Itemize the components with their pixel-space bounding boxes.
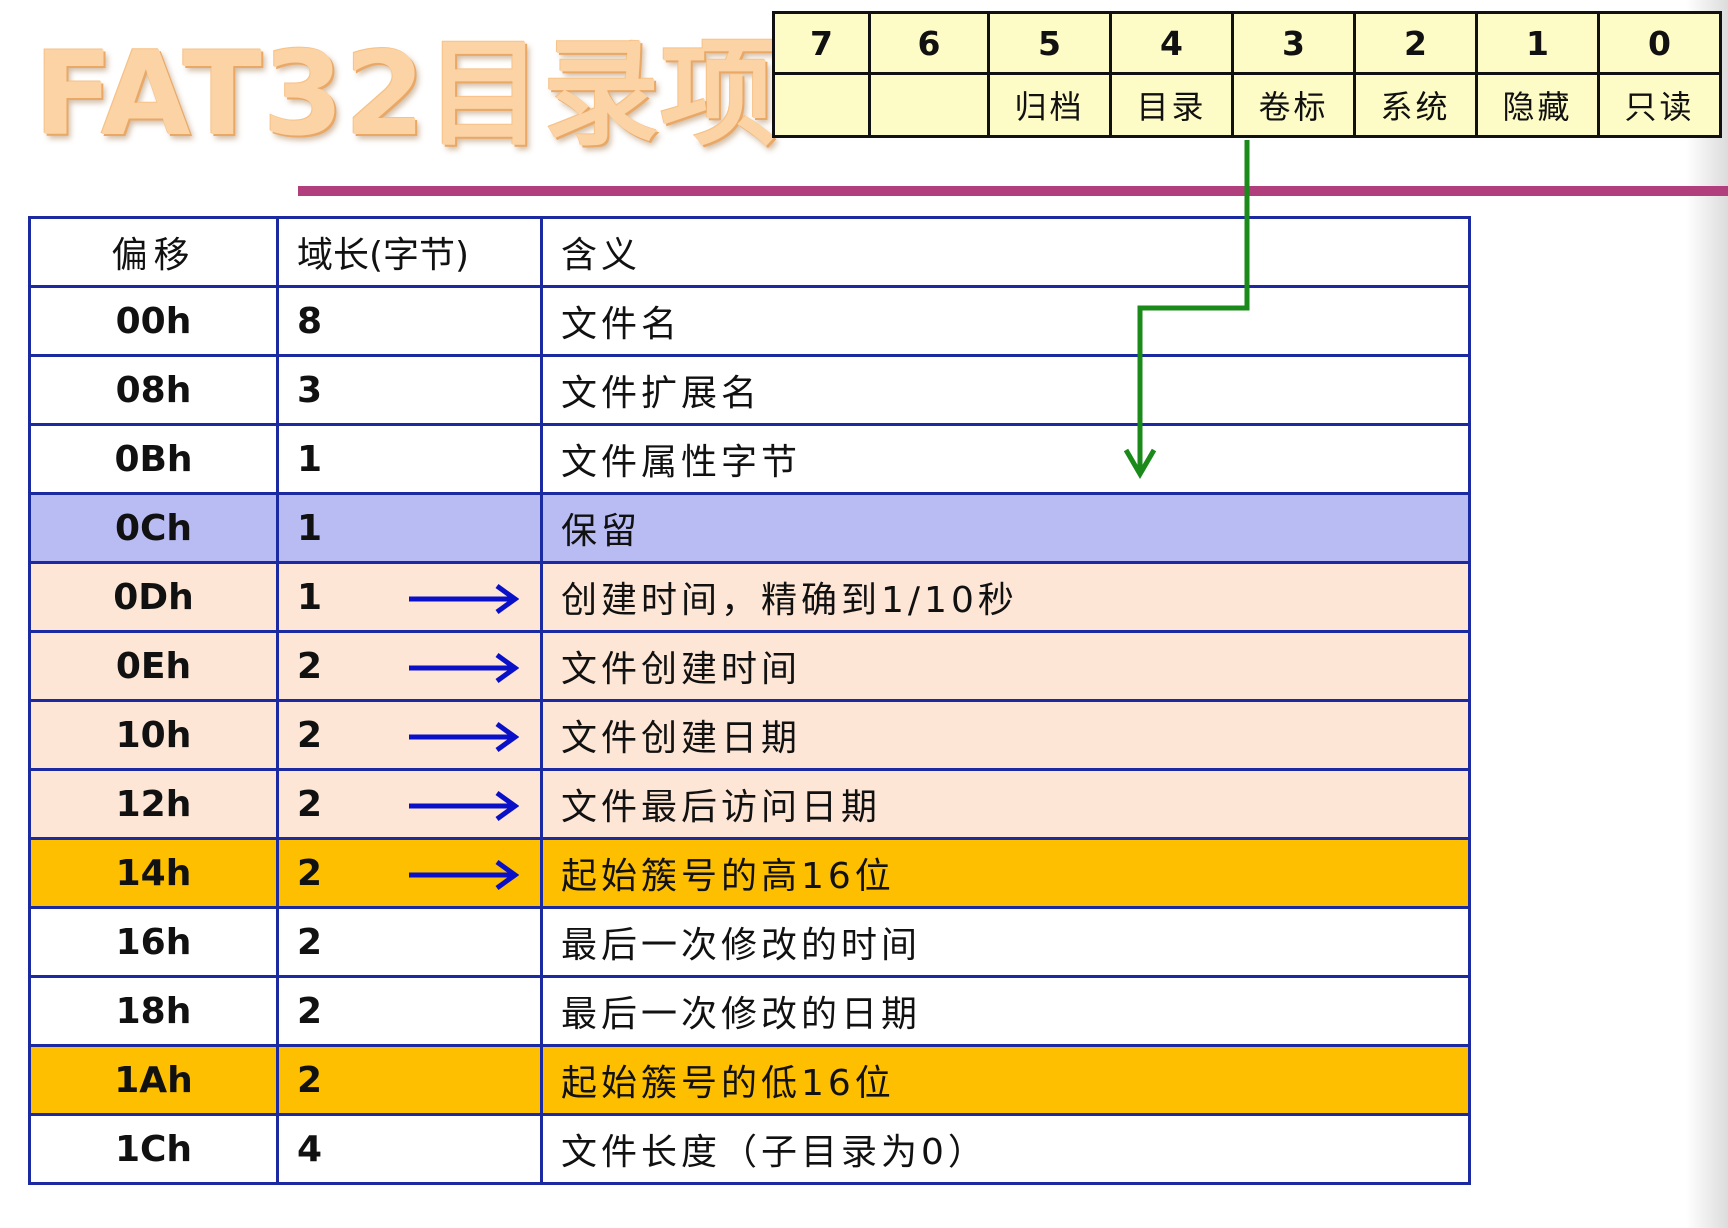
right-arrow-icon [409, 721, 519, 753]
row-length: 2 [276, 630, 543, 702]
row-length-value: 2 [297, 645, 323, 687]
row-meaning: 最后一次修改的日期 [540, 975, 1471, 1047]
table-row: 08h 3 文件扩展名 [28, 354, 1471, 426]
page-title: FAT32目录项 [34, 27, 778, 162]
row-length-value: 1 [297, 576, 323, 618]
table-row: 0Bh 1 文件属性字节 [28, 423, 1471, 495]
row-meaning: 起始簇号的高16位 [540, 837, 1471, 909]
table-row: 1Ah 2 起始簇号的低16位 [28, 1044, 1471, 1116]
row-offset: 0Eh [28, 630, 279, 702]
row-length-value: 2 [297, 714, 323, 756]
right-arrow-icon [409, 583, 519, 615]
attr-bit-3: 3 [1231, 11, 1356, 75]
row-meaning: 文件最后访问日期 [540, 768, 1471, 840]
row-meaning: 文件名 [540, 285, 1471, 357]
header-meaning: 含义 [540, 216, 1471, 288]
table-row: 10h 2 文件创建日期 [28, 699, 1471, 771]
table-header-row: 偏移 域长(字节) 含义 [28, 216, 1471, 288]
row-length-value: 2 [297, 1059, 323, 1101]
header-length: 域长(字节) [276, 216, 543, 288]
row-meaning: 创建时间，精确到1/10秒 [540, 561, 1471, 633]
attr-name-6 [868, 72, 990, 138]
directory-entry-table: 偏移 域长(字节) 含义 00h 8 文件名 08h 3 文件扩展名 0Bh 1 文件属性字节 0… [28, 216, 1471, 1185]
header-offset: 偏移 [28, 216, 279, 288]
table-row: 14h 2 起始簇号的高16位 [28, 837, 1471, 909]
attr-name-archive: 归档 [987, 72, 1112, 138]
row-offset: 12h [28, 768, 279, 840]
row-length: 1 [276, 492, 543, 564]
row-offset: 1Ch [28, 1113, 279, 1185]
attr-bit-1: 1 [1475, 11, 1600, 75]
attr-name-volume-label: 卷标 [1231, 72, 1356, 138]
row-offset: 1Ah [28, 1044, 279, 1116]
row-meaning: 文件创建时间 [540, 630, 1471, 702]
row-length: 3 [276, 354, 543, 426]
right-arrow-icon [409, 859, 519, 891]
row-offset: 10h [28, 699, 279, 771]
attr-bit-7: 7 [772, 11, 871, 75]
row-length-value: 2 [297, 852, 323, 894]
row-offset: 18h [28, 975, 279, 1047]
row-length-value: 3 [297, 369, 323, 411]
attribute-name-row: 归档 目录 卷标 系统 隐藏 只读 [772, 72, 1722, 138]
title-underline [298, 186, 1728, 196]
attr-bit-0: 0 [1597, 11, 1722, 75]
row-length: 1 [276, 561, 543, 633]
row-meaning: 文件长度（子目录为0） [540, 1113, 1471, 1185]
row-meaning: 文件属性字节 [540, 423, 1471, 495]
slide-edge-shadow [1686, 0, 1728, 1228]
row-length-value: 8 [297, 300, 323, 342]
row-offset: 0Ch [28, 492, 279, 564]
table-row: 18h 2 最后一次修改的日期 [28, 975, 1471, 1047]
row-length-value: 2 [297, 990, 323, 1032]
row-length: 2 [276, 906, 543, 978]
attr-bit-2: 2 [1353, 11, 1478, 75]
row-offset: 14h [28, 837, 279, 909]
attr-name-system: 系统 [1353, 72, 1478, 138]
attr-bit-6: 6 [868, 11, 990, 75]
attribute-bit-row: 7 6 5 4 3 2 1 0 [772, 11, 1722, 75]
row-length: 8 [276, 285, 543, 357]
row-meaning: 起始簇号的低16位 [540, 1044, 1471, 1116]
table-row: 1Ch 4 文件长度（子目录为0） [28, 1113, 1471, 1185]
row-length: 2 [276, 768, 543, 840]
row-offset: 08h [28, 354, 279, 426]
row-offset: 00h [28, 285, 279, 357]
attr-name-directory: 目录 [1109, 72, 1234, 138]
row-offset: 0Dh [28, 561, 279, 633]
attr-bit-5: 5 [987, 11, 1112, 75]
row-length-value: 2 [297, 921, 323, 963]
row-length-value: 1 [297, 507, 323, 549]
right-arrow-icon [409, 652, 519, 684]
row-length: 1 [276, 423, 543, 495]
row-meaning: 最后一次修改的时间 [540, 906, 1471, 978]
table-body: 00h 8 文件名 08h 3 文件扩展名 0Bh 1 文件属性字节 0Ch 1 保留 0Dh 1 创建时间… [28, 285, 1471, 1185]
row-meaning: 文件创建日期 [540, 699, 1471, 771]
row-length: 2 [276, 1044, 543, 1116]
table-row: 12h 2 文件最后访问日期 [28, 768, 1471, 840]
attr-name-read-only: 只读 [1597, 72, 1722, 138]
row-offset: 0Bh [28, 423, 279, 495]
row-length: 2 [276, 699, 543, 771]
attr-name-7 [772, 72, 871, 138]
row-length: 2 [276, 837, 543, 909]
row-length-value: 1 [297, 438, 323, 480]
row-length-value: 4 [297, 1128, 323, 1170]
table-row: 0Dh 1 创建时间，精确到1/10秒 [28, 561, 1471, 633]
right-arrow-icon [409, 790, 519, 822]
table-row: 00h 8 文件名 [28, 285, 1471, 357]
row-length: 4 [276, 1113, 543, 1185]
row-length-value: 2 [297, 783, 323, 825]
table-row: 16h 2 最后一次修改的时间 [28, 906, 1471, 978]
row-offset: 16h [28, 906, 279, 978]
table-row: 0Ch 1 保留 [28, 492, 1471, 564]
attribute-byte-table: 7 6 5 4 3 2 1 0 归档 目录 卷标 系统 隐藏 只读 [772, 11, 1722, 138]
row-meaning: 保留 [540, 492, 1471, 564]
table-row: 0Eh 2 文件创建时间 [28, 630, 1471, 702]
attr-name-hidden: 隐藏 [1475, 72, 1600, 138]
attr-bit-4: 4 [1109, 11, 1234, 75]
row-meaning: 文件扩展名 [540, 354, 1471, 426]
row-length: 2 [276, 975, 543, 1047]
